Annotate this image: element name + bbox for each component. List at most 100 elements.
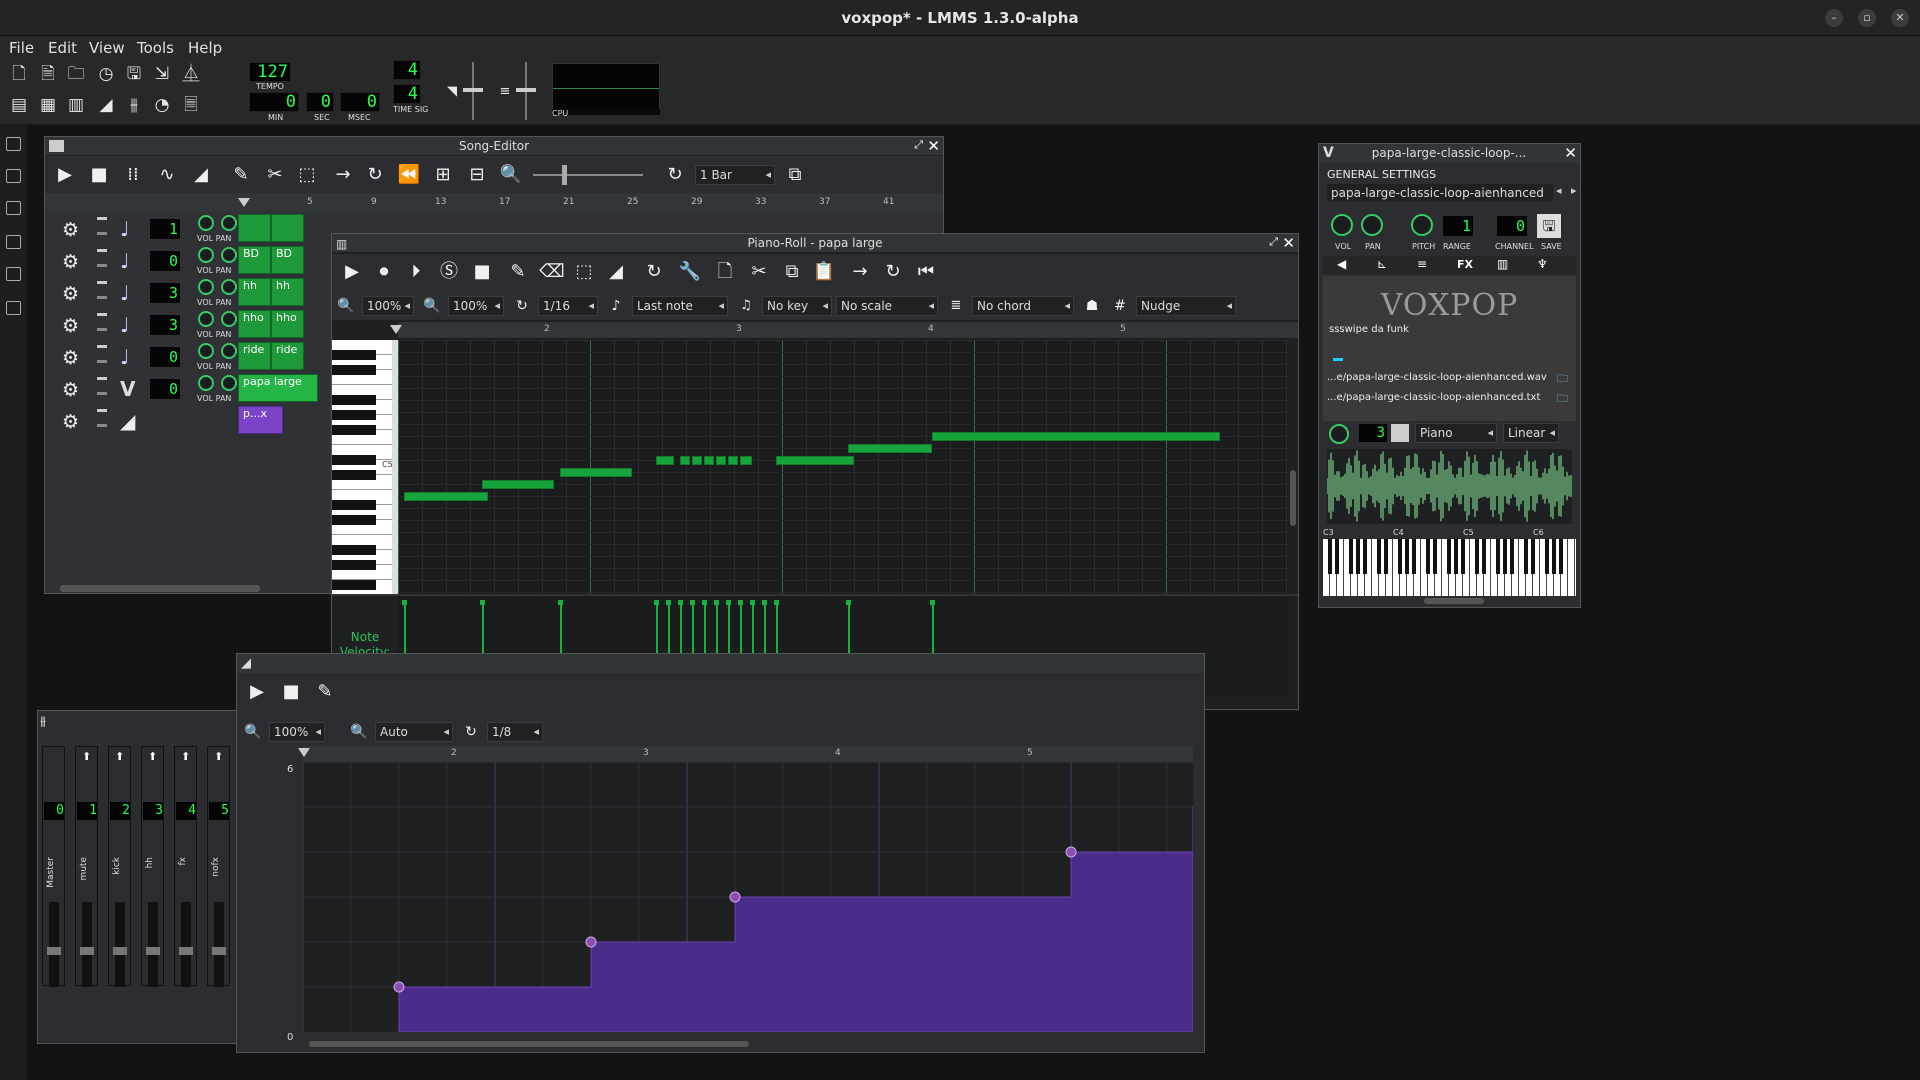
menu-edit[interactable]: Edit [48, 39, 77, 57]
send-arrow-icon[interactable]: ⬆ [82, 750, 91, 763]
black-key[interactable] [1335, 539, 1339, 574]
automation-point[interactable] [393, 981, 405, 993]
playhead-marker[interactable] [238, 198, 250, 207]
mute-toggle[interactable] [97, 377, 107, 380]
master-pitch-handle[interactable] [516, 88, 536, 92]
mute-toggle[interactable] [97, 313, 107, 316]
save-preset-icon[interactable]: 🖫 [1537, 214, 1561, 238]
song-editor-restore-button[interactable]: ⤢ [914, 138, 923, 152]
mixer-icon[interactable]: ⫵ [122, 93, 146, 117]
quantize-icon[interactable]: ↻ [640, 258, 668, 286]
black-key[interactable] [1384, 539, 1388, 574]
stop-behaviour-icon[interactable]: ⏪ [395, 161, 423, 189]
stop-icon[interactable]: ■ [468, 258, 496, 286]
velocity-handle[interactable] [558, 600, 563, 605]
stop-icon[interactable]: ■ [277, 678, 305, 706]
solo-toggle[interactable] [97, 296, 107, 299]
copy-icon[interactable]: ⧉ [778, 258, 806, 286]
piano-roll-restore-button[interactable]: ⤢ [1269, 235, 1278, 249]
loop-points-icon[interactable]: ↻ [361, 161, 389, 189]
voice-lcd[interactable]: 3 [1359, 424, 1387, 442]
track-clip[interactable]: hh [238, 278, 271, 306]
velocity-handle[interactable] [774, 600, 779, 605]
velocity-handle[interactable] [750, 600, 755, 605]
mute-toggle[interactable] [97, 345, 107, 348]
piano-roll-icon[interactable]: ▥ [64, 93, 88, 117]
beat-editor-icon[interactable]: ▦ [36, 93, 60, 117]
black-key[interactable] [332, 350, 376, 360]
instrument-close-button[interactable]: ✕ [1564, 144, 1577, 162]
my-samples-icon[interactable] [6, 169, 21, 183]
volume-knob[interactable] [1331, 214, 1353, 236]
velocity-handle[interactable] [654, 600, 659, 605]
track-settings-icon[interactable]: ⚙ [62, 283, 79, 305]
track-settings-icon[interactable]: ⚙ [62, 251, 79, 273]
instrument-track-icon[interactable]: ♩ [120, 281, 129, 305]
solo-toggle[interactable] [97, 360, 107, 363]
solo-toggle[interactable] [97, 392, 107, 395]
song-editor-icon[interactable]: ▤ [7, 93, 31, 117]
open-txt-icon[interactable]: 🗀 [1557, 390, 1568, 409]
zoom-x-combo[interactable]: 100% [362, 296, 414, 316]
master-volume-handle[interactable] [463, 88, 483, 92]
tuning-tab-icon[interactable]: ♆ [1537, 257, 1548, 271]
voice-combo[interactable]: Piano [1415, 423, 1497, 443]
new-from-template-icon[interactable]: 🗎 [36, 62, 60, 86]
track-settings-icon[interactable]: ⚙ [62, 219, 79, 241]
mute-toggle[interactable] [97, 249, 107, 252]
channel-fader[interactable] [181, 902, 191, 987]
draw-mode-icon[interactable]: ✎ [227, 161, 255, 189]
mixer-channel[interactable]: 0 Master [42, 746, 65, 987]
my-presets-icon[interactable] [6, 201, 21, 215]
snap-mode-combo[interactable]: Nudge [1136, 296, 1236, 316]
pitch-knob[interactable] [1411, 214, 1433, 236]
open-wav-icon[interactable]: 🗀 [1557, 370, 1568, 389]
mute-toggle[interactable] [97, 217, 107, 220]
menu-tools[interactable]: Tools [137, 39, 174, 57]
track-clip[interactable]: hho [271, 310, 304, 338]
instrument-track-icon[interactable]: ♩ [120, 345, 129, 369]
draw-mode-icon[interactable]: ✎ [311, 678, 339, 706]
menu-view[interactable]: View [89, 39, 125, 57]
fader-handle[interactable] [80, 947, 94, 955]
instrument-track-icon[interactable]: ♩ [120, 217, 129, 241]
velocity-handle[interactable] [762, 600, 767, 605]
voice-knob[interactable] [1329, 424, 1349, 444]
cut-icon[interactable]: ✂ [745, 258, 773, 286]
proportional-snap-icon[interactable]: ⧉ [781, 161, 809, 189]
velocity-handle[interactable] [930, 600, 935, 605]
send-arrow-icon[interactable]: ⬆ [214, 750, 223, 763]
pitch-bend-mode-icon[interactable]: ◢ [602, 258, 630, 286]
track-fx-channel-lcd[interactable]: 3 [150, 283, 180, 303]
plugin-tab-icon[interactable]: ◀ [1337, 257, 1346, 271]
select-mode-icon[interactable]: ⬚ [293, 161, 321, 189]
black-key[interactable] [1454, 539, 1458, 574]
black-key[interactable] [1552, 539, 1556, 574]
scale-combo[interactable]: No scale [836, 296, 938, 316]
fx-tab[interactable]: FX [1457, 258, 1473, 271]
note[interactable] [692, 456, 702, 465]
black-key[interactable] [1426, 539, 1430, 574]
note[interactable] [716, 456, 726, 465]
mixer-channel[interactable]: ⬆ 3 hh [141, 746, 164, 987]
velocity-handle[interactable] [702, 600, 707, 605]
piano-roll-v-scrollbar[interactable] [1290, 470, 1296, 526]
quantize-combo[interactable]: 1/8 [487, 722, 543, 742]
black-key[interactable] [1433, 539, 1437, 574]
piano-roll-timeline[interactable]: 2 3 4 5 [390, 322, 1298, 338]
note-grid[interactable] [398, 340, 1288, 594]
white-key[interactable] [1568, 539, 1575, 596]
menu-help[interactable]: Help [188, 39, 222, 57]
channel-fader[interactable] [148, 902, 158, 987]
automation-point[interactable] [729, 891, 741, 903]
track-clip[interactable] [238, 214, 271, 242]
note[interactable] [704, 456, 714, 465]
velocity-handle[interactable] [714, 600, 719, 605]
black-key[interactable] [1328, 539, 1332, 574]
timesig-denominator[interactable]: 4 [393, 84, 421, 104]
minimize-button[interactable]: – [1825, 9, 1843, 27]
send-arrow-icon[interactable]: ⬆ [181, 750, 190, 763]
fader-handle[interactable] [47, 947, 61, 955]
track-fx-channel-lcd[interactable]: 1 [150, 219, 180, 239]
black-key[interactable] [1475, 539, 1479, 574]
